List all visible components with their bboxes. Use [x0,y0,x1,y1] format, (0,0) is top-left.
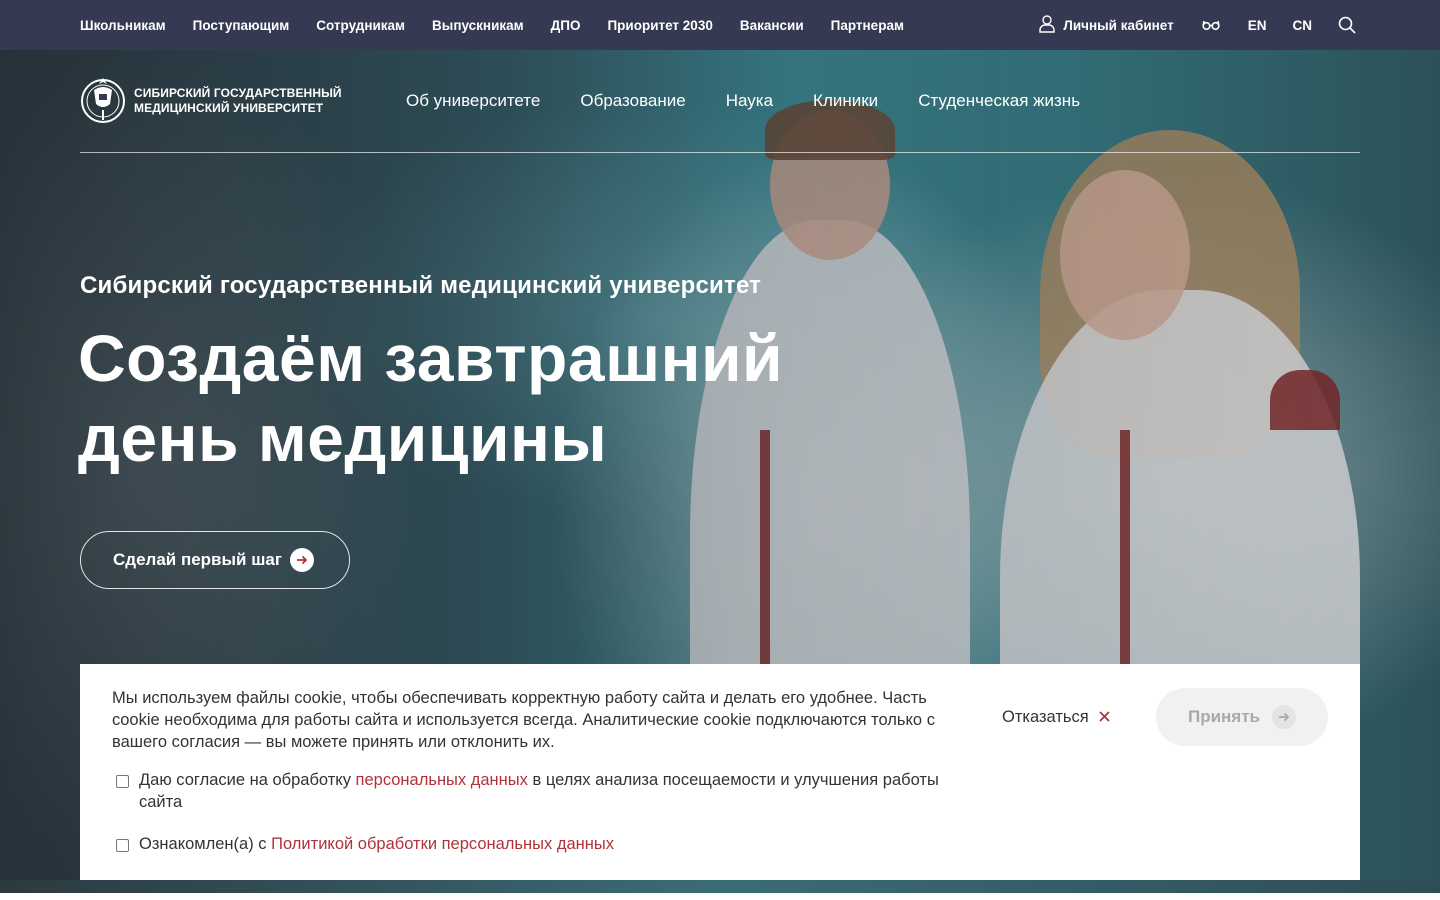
user-icon [1039,14,1056,36]
personal-data-link[interactable]: персональных данных [356,771,528,789]
nav-science[interactable]: Наука [726,91,773,111]
accept-button[interactable]: Принять [1156,688,1328,746]
decline-button[interactable]: Отказаться [1002,704,1110,730]
emblem-logo-icon [80,70,126,133]
logo-line-2: медицинский университет [134,101,324,115]
main-nav: Об университете Образование Наука Клиник… [406,91,1080,111]
page-bottom-divider [0,893,1440,900]
consent-analytics-prefix: Даю согласие на обработку [139,771,356,789]
topbar-link-dpo[interactable]: ДПО [551,18,581,33]
language-cn[interactable]: CN [1293,18,1313,33]
topbar-link-schoolchildren[interactable]: Школьникам [80,18,166,33]
topbar-link-staff[interactable]: Сотрудникам [316,18,405,33]
arrow-right-icon [1272,705,1297,729]
privacy-policy-link[interactable]: Политикой обработки персональных данных [271,835,614,853]
topbar-actions: Личный кабинет EN CN [1039,14,1360,36]
search-icon[interactable] [1338,16,1356,34]
personal-cabinet-label: Личный кабинет [1063,17,1174,33]
cookie-banner: Мы используем файлы cookie, чтобы обеспе… [80,664,1360,880]
nav-clinics[interactable]: Клиники [813,91,878,111]
nav-education[interactable]: Образование [580,91,685,111]
first-step-label: Сделай первый шаг [113,550,282,569]
decline-label: Отказаться [1002,707,1089,726]
hero-title: Создаём завтрашний день медицины [78,318,978,478]
topbar-link-vacancies[interactable]: Вакансии [740,18,804,33]
topbar-link-applicants[interactable]: Поступающим [193,18,290,33]
close-icon [1099,708,1110,727]
consent-analytics: Даю согласие на обработку персональных д… [116,769,956,813]
hero-title-line-1: Создаём завтрашний [78,321,784,395]
glasses-icon[interactable] [1202,19,1220,31]
language-en[interactable]: EN [1248,18,1267,33]
main-header: Сибирский государственный медицинский ун… [80,50,1360,153]
nav-student-life[interactable]: Студенческая жизнь [918,91,1080,111]
cookie-notice-text: Мы используем файлы cookie, чтобы обеспе… [112,689,935,751]
audience-nav: Школьникам Поступающим Сотрудникам Выпус… [80,18,931,33]
consent-policy-checkbox[interactable] [116,839,129,852]
hero-subtitle: Сибирский государственный медицинский ун… [80,272,762,299]
arrow-right-icon [289,548,314,572]
topbar-link-graduates[interactable]: Выпускникам [432,18,524,33]
personal-cabinet-link[interactable]: Личный кабинет [1039,14,1174,36]
logo-wordmark: Сибирский государственный медицинский ун… [134,86,342,116]
consent-analytics-text: Даю согласие на обработку персональных д… [139,769,956,813]
hero-title-line-2: день медицины [78,401,608,475]
topbar-link-priority-2030[interactable]: Приоритет 2030 [607,18,712,33]
top-utility-bar: Школьникам Поступающим Сотрудникам Выпус… [0,0,1440,50]
consent-policy-text: Ознакомлен(а) с Политикой обработки перс… [139,833,614,855]
nav-about[interactable]: Об университете [406,91,540,111]
consent-policy: Ознакомлен(а) с Политикой обработки перс… [116,833,956,855]
topbar-link-partners[interactable]: Партнерам [831,18,904,33]
accept-label: Принять [1187,707,1261,726]
logo-line-1: Сибирский государственный [134,86,342,100]
university-logo[interactable]: Сибирский государственный медицинский ун… [80,70,406,133]
consent-policy-prefix: Ознакомлен(а) с [139,835,272,853]
first-step-button[interactable]: Сделай первый шаг [80,531,350,589]
consent-analytics-checkbox[interactable] [116,775,129,788]
